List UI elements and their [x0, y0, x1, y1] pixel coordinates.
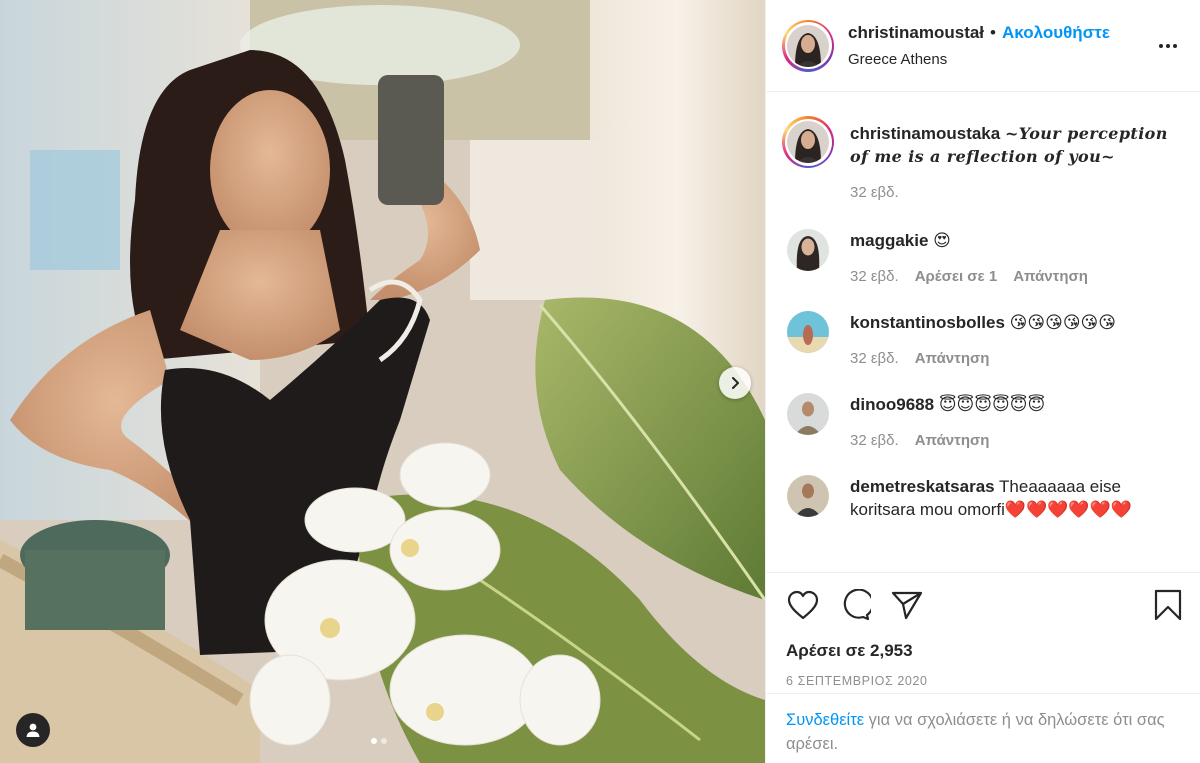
- more-options-icon: [1159, 43, 1177, 48]
- post-photo[interactable]: [0, 0, 765, 763]
- reply-button[interactable]: Απάντηση: [1013, 268, 1088, 285]
- login-prompt: Συνδεθείτε για να σχολιάσετε ή να δηλώσε…: [766, 693, 1200, 763]
- share-icon: [891, 591, 923, 620]
- share-button[interactable]: [890, 588, 924, 622]
- post-author-username[interactable]: christinamoustał: [848, 23, 984, 43]
- caption-story-ring[interactable]: [782, 116, 834, 168]
- carousel-next-button[interactable]: [719, 367, 751, 399]
- chevron-right-icon: [732, 377, 739, 389]
- more-options-button[interactable]: [1156, 34, 1180, 58]
- carousel-dot: [381, 738, 387, 744]
- comments-list[interactable]: christinamoustaka ~Your perception of me…: [766, 92, 1200, 572]
- user-tag-icon: [26, 723, 40, 737]
- comment-icon: [843, 589, 871, 621]
- commenter-avatar[interactable]: [787, 311, 829, 353]
- post-location[interactable]: Greece Athens: [848, 51, 1156, 68]
- save-button[interactable]: [1151, 588, 1185, 622]
- post-side-panel: christinamoustał • Ακολουθήστε Greece At…: [765, 0, 1200, 763]
- header-separator: •: [990, 23, 996, 42]
- avatar: [787, 121, 829, 163]
- commenter-avatar[interactable]: [787, 393, 829, 435]
- comment-age[interactable]: 32 εβδ.: [850, 432, 899, 449]
- caption: christinamoustaka ~Your perception of me…: [782, 116, 1184, 201]
- comment-likes[interactable]: Αρέσει σε 1: [915, 268, 998, 285]
- post-actions: Αρέσει σε 2,953 6 ΣΕΠΤΕΜΒΡΙΟΣ 2020: [766, 572, 1200, 688]
- comment-username[interactable]: dinoo9688: [850, 395, 934, 414]
- avatar: [787, 24, 829, 67]
- reply-button[interactable]: Απάντηση: [915, 432, 990, 449]
- story-ring[interactable]: [782, 19, 834, 72]
- caption-age[interactable]: 32 εβδ.: [850, 184, 899, 201]
- post-date[interactable]: 6 ΣΕΠΤΕΜΒΡΙΟΣ 2020: [786, 674, 1185, 688]
- comment-username[interactable]: konstantinosbolles: [850, 313, 1005, 332]
- comment-age[interactable]: 32 εβδ.: [850, 268, 899, 285]
- reply-button[interactable]: Απάντηση: [915, 350, 990, 367]
- comment-button[interactable]: [838, 588, 872, 622]
- comment-text: 😘😘😘😘😘😘: [1009, 313, 1116, 332]
- follow-button[interactable]: Ακολουθήστε: [1002, 23, 1110, 43]
- comment-item: dinoo9688 😇😇😇😇😇😇 32 εβδ. Απάντηση: [782, 393, 1184, 449]
- heart-icon: [787, 590, 819, 620]
- comment-text: 😍: [933, 231, 951, 250]
- photo-scene: [0, 0, 765, 763]
- comment-username[interactable]: maggakie: [850, 231, 928, 250]
- user-tags-button[interactable]: [16, 713, 50, 747]
- login-link[interactable]: Συνδεθείτε: [786, 711, 864, 729]
- carousel-dot: [371, 738, 377, 744]
- comment-text: 😇😇😇😇😇😇: [938, 395, 1046, 414]
- caption-username[interactable]: christinamoustaka: [850, 124, 1000, 143]
- comment-item: demetreskatsaras Theaaaaaa eise koritsar…: [782, 475, 1184, 521]
- commenter-avatar[interactable]: [787, 475, 829, 517]
- likes-count[interactable]: Αρέσει σε 2,953: [786, 641, 1185, 661]
- like-button[interactable]: [786, 588, 820, 622]
- comment-item: maggakie 😍 32 εβδ. Αρέσει σε 1 Απάντηση: [782, 229, 1184, 285]
- carousel-dots: [371, 738, 387, 744]
- comment-username[interactable]: demetreskatsaras: [850, 477, 995, 496]
- post-header: christinamoustał • Ακολουθήστε Greece At…: [766, 0, 1200, 92]
- comment-age[interactable]: 32 εβδ.: [850, 350, 899, 367]
- comment-item: konstantinosbolles 😘😘😘😘😘😘 32 εβδ. Απάντη…: [782, 311, 1184, 367]
- commenter-avatar[interactable]: [787, 229, 829, 271]
- bookmark-icon: [1154, 589, 1182, 621]
